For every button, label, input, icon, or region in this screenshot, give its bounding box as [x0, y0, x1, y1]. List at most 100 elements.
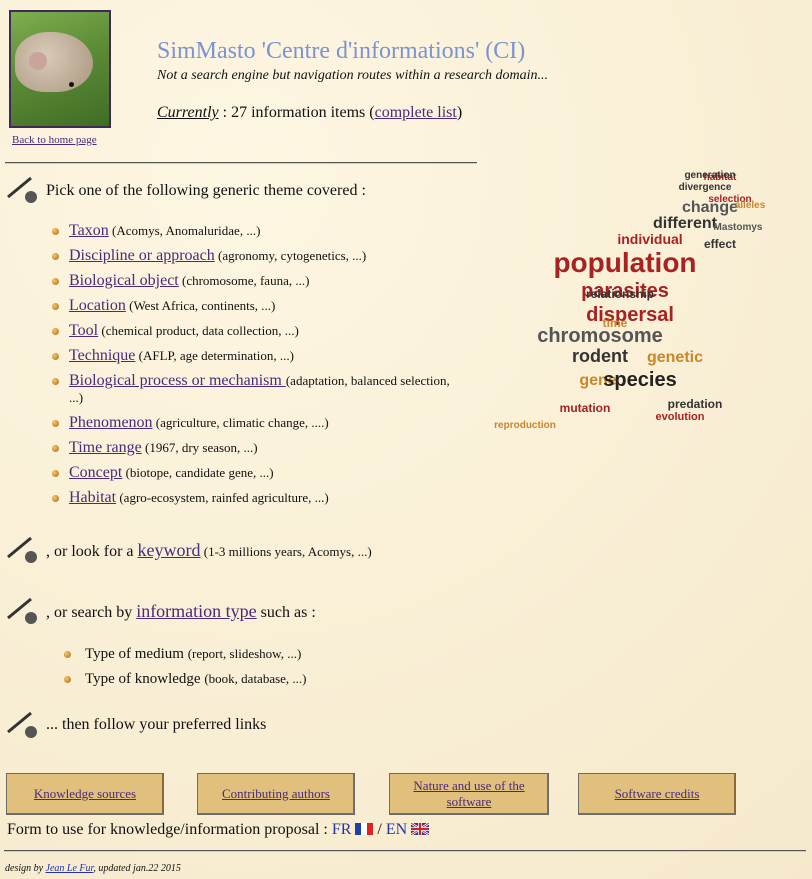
word-cloud-word: generation — [684, 170, 735, 181]
word-cloud-word: effect — [704, 237, 736, 251]
french-flag-icon — [355, 823, 374, 835]
contributing-authors-button[interactable]: Contributing authors — [197, 773, 355, 815]
form-sep: / — [373, 821, 386, 838]
page: Back to home page SimMasto 'Centre d'inf… — [0, 0, 812, 879]
back-to-home-link[interactable]: Back to home page — [12, 134, 97, 146]
theme-link[interactable]: Discipline or approach — [69, 247, 215, 264]
keyword-link[interactable]: keyword — [138, 540, 201, 560]
info-type-item: Type of medium (report, slideshow, ...) — [64, 644, 307, 664]
theme-item: Phenomenon (agriculture, climatic change… — [52, 414, 452, 431]
follow-text: ... then follow your preferred links — [46, 716, 267, 733]
theme-link[interactable]: Biological object — [69, 272, 179, 289]
theme-hint: (Acomys, Anomaluridae, ...) — [108, 223, 261, 238]
bullet-icon — [52, 420, 59, 427]
fr-label: FR — [331, 821, 352, 838]
word-cloud-word: relationship — [586, 287, 654, 301]
theme-link[interactable]: Location — [69, 297, 126, 314]
contributing-authors-link[interactable]: Contributing authors — [222, 786, 330, 802]
pin-icon — [7, 176, 37, 203]
theme-item: Biological object (chromosome, fauna, ..… — [52, 272, 452, 289]
nature-and-use-button[interactable]: Nature and use of the software — [389, 773, 549, 815]
theme-link[interactable]: Habitat — [69, 489, 116, 506]
info-type-suffix: such as : — [256, 604, 316, 621]
pin-icon — [7, 711, 37, 738]
divider — [5, 162, 477, 164]
footer-divider — [4, 850, 806, 852]
uk-flag-icon — [411, 823, 430, 835]
knowledge-sources-link[interactable]: Knowledge sources — [34, 786, 136, 802]
bullet-icon — [52, 470, 59, 477]
info-type-line: , or search by information type such as … — [46, 601, 316, 622]
bullet-icon — [64, 651, 71, 658]
theme-item: Habitat (agro-ecosystem, rainfed agricul… — [52, 489, 452, 506]
theme-item: Discipline or approach (agronomy, cytoge… — [52, 247, 452, 264]
theme-link[interactable]: Biological process or mechanism — [69, 372, 286, 389]
theme-item: Taxon (Acomys, Anomaluridae, ...) — [52, 222, 452, 239]
word-cloud-word: Mastomys — [714, 222, 763, 233]
nature-and-use-link[interactable]: Nature and use of the software — [390, 778, 548, 810]
footer-suffix: , updated jan.22 2015 — [93, 863, 181, 874]
theme-link[interactable]: Phenomenon — [69, 414, 153, 431]
theme-item: Location (West Africa, continents, ...) — [52, 297, 452, 314]
form-text: Form to use for knowledge/information pr… — [7, 821, 332, 838]
theme-link[interactable]: Taxon — [69, 222, 109, 239]
knowledge-sources-button[interactable]: Knowledge sources — [6, 773, 164, 815]
pin-icon — [7, 536, 37, 563]
paren: ) — [456, 104, 463, 121]
theme-hint: (chemical product, data collection, ...) — [98, 323, 299, 338]
info-type-label: Type of knowledge — [85, 671, 205, 687]
footer: design by Jean Le Fur, updated jan.22 20… — [5, 863, 181, 874]
word-cloud-word: different — [653, 215, 718, 232]
word-cloud-word: genetic — [647, 349, 703, 366]
info-type-label: Type of medium — [85, 646, 188, 662]
bullet-icon — [52, 228, 59, 235]
word-cloud-word: population — [553, 247, 696, 278]
word-cloud-word: evolution — [656, 411, 705, 423]
rodent-photo[interactable] — [9, 10, 111, 128]
bullet-icon — [52, 445, 59, 452]
theme-hint: (agronomy, cytogenetics, ...) — [214, 248, 367, 263]
keyword-line: , or look for a keyword (1-3 millions ye… — [46, 540, 372, 561]
en-label: EN — [385, 821, 408, 838]
word-cloud-word: time — [603, 316, 628, 330]
theme-hint: (agriculture, climatic change, ....) — [152, 415, 329, 430]
theme-item: Biological process or mechanism (adaptat… — [52, 372, 452, 406]
pin-icon — [7, 597, 37, 624]
theme-hint: (agro-ecosystem, rainfed agriculture, ..… — [116, 490, 329, 505]
keyword-hint: (1-3 millions years, Acomys, ...) — [200, 544, 372, 559]
theme-link[interactable]: Tool — [69, 322, 98, 339]
bullet-icon — [52, 378, 59, 385]
form-fr-link[interactable]: FR — [332, 821, 374, 838]
bullet-icon — [52, 495, 59, 502]
theme-hint: (1967, dry season, ...) — [141, 440, 258, 455]
theme-hint: (West Africa, continents, ...) — [125, 298, 276, 313]
word-cloud-word: divergence — [679, 182, 732, 193]
theme-link[interactable]: Technique — [69, 347, 135, 364]
form-en-link[interactable]: EN — [385, 821, 430, 838]
page-subtitle: Not a search engine but navigation route… — [157, 68, 549, 83]
currently-label: Currently — [157, 104, 219, 121]
word-cloud-word: mutation — [560, 401, 611, 415]
count-text: : 27 information items ( — [218, 104, 375, 121]
item-count: Currently : 27 information items (comple… — [157, 104, 462, 122]
information-type-link[interactable]: information type — [136, 601, 256, 621]
theme-item: Tool (chemical product, data collection,… — [52, 322, 452, 339]
info-type-prefix: , or search by — [46, 604, 137, 621]
bullet-icon — [52, 278, 59, 285]
theme-item: Technique (AFLP, age determination, ...) — [52, 347, 452, 364]
theme-link[interactable]: Time range — [69, 439, 142, 456]
word-cloud-word: alleles — [735, 200, 766, 211]
theme-link[interactable]: Concept — [69, 464, 122, 481]
word-cloud-image: populationparasitesdispersalchromosomero… — [494, 170, 766, 431]
theme-hint: (biotope, candidate gene, ...) — [122, 465, 274, 480]
word-cloud-word: individual — [617, 231, 682, 247]
software-credits-button[interactable]: Software credits — [578, 773, 736, 815]
bullet-icon — [52, 253, 59, 260]
themes-lead: Pick one of the following generic theme … — [46, 182, 366, 199]
bullet-icon — [52, 328, 59, 335]
author-link[interactable]: Jean Le Fur — [46, 863, 94, 874]
complete-list-link[interactable]: complete list — [375, 104, 457, 121]
bullet-icon — [64, 676, 71, 683]
software-credits-link[interactable]: Software credits — [615, 786, 700, 802]
info-type-hint: (report, slideshow, ...) — [187, 646, 302, 661]
